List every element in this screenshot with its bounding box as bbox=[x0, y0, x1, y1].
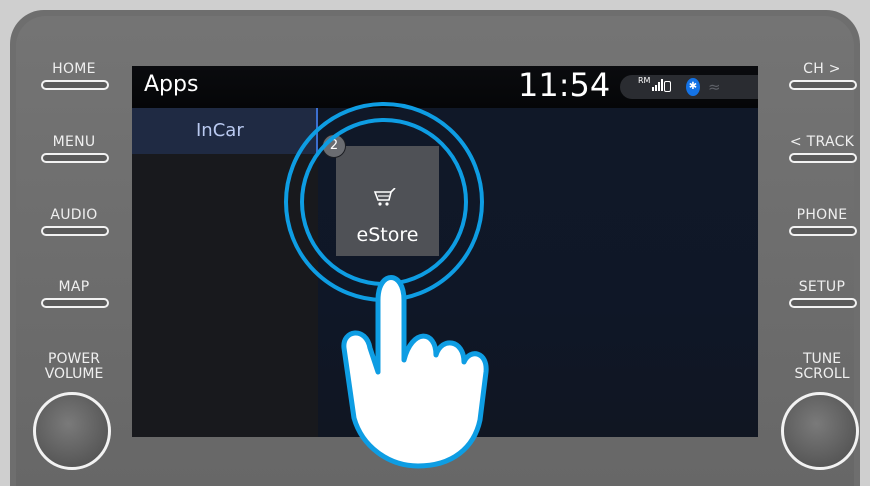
power-volume-knob[interactable] bbox=[33, 392, 111, 470]
menu-hardware-button[interactable]: MENU bbox=[26, 135, 122, 179]
tab-incar[interactable]: InCar bbox=[132, 108, 318, 154]
bluetooth-icon: ✱ bbox=[686, 78, 700, 96]
audio-hardware-button[interactable]: AUDIO bbox=[26, 208, 122, 252]
power-label: POWER bbox=[48, 351, 100, 367]
menu-label: MENU bbox=[52, 134, 96, 150]
audio-label: AUDIO bbox=[50, 207, 98, 223]
page-title: Apps bbox=[144, 72, 199, 97]
top-bar: Apps 11:54 RM ✱ ≈ bbox=[132, 66, 758, 108]
tune-scroll-knob[interactable] bbox=[781, 392, 859, 470]
tune-label: TUNE bbox=[802, 351, 842, 367]
ch-next-pill bbox=[789, 80, 857, 90]
track-prev-label: < TRACK bbox=[789, 134, 855, 150]
home-pill bbox=[41, 80, 109, 90]
setup-label: SETUP bbox=[798, 279, 846, 295]
volume-label: VOLUME bbox=[44, 366, 104, 382]
phone-pill bbox=[789, 226, 857, 236]
display-screen: Apps 11:54 RM ✱ ≈ InCar eStore 2 bbox=[132, 66, 758, 437]
signal-icon bbox=[652, 79, 663, 91]
roaming-indicator: RM bbox=[638, 76, 651, 85]
estore-app-tile[interactable]: eStore bbox=[336, 146, 439, 256]
cart-icon bbox=[373, 188, 396, 206]
ch-next-label: CH > bbox=[803, 61, 841, 77]
home-label: HOME bbox=[52, 61, 96, 77]
app-category-sidebar: InCar bbox=[132, 108, 318, 437]
setup-hardware-button[interactable]: SETUP bbox=[774, 280, 870, 324]
tune-scroll-label: TUNE SCROLL bbox=[774, 352, 870, 382]
menu-pill bbox=[41, 153, 109, 163]
scroll-label: SCROLL bbox=[794, 366, 850, 382]
track-prev-pill bbox=[789, 153, 857, 163]
audio-pill bbox=[41, 226, 109, 236]
map-hardware-button[interactable]: MAP bbox=[26, 280, 122, 324]
tab-incar-label: InCar bbox=[196, 120, 244, 141]
ch-next-hardware-button[interactable]: CH > bbox=[774, 62, 870, 106]
phone-label: PHONE bbox=[796, 207, 848, 223]
home-hardware-button[interactable]: HOME bbox=[26, 62, 122, 106]
setup-pill bbox=[789, 298, 857, 308]
step-badge: 2 bbox=[322, 134, 346, 158]
clock: 11:54 bbox=[518, 66, 611, 104]
phone-hardware-button[interactable]: PHONE bbox=[774, 208, 870, 252]
track-prev-hardware-button[interactable]: < TRACK bbox=[774, 135, 870, 179]
wifi-icon: ≈ bbox=[708, 78, 721, 96]
estore-label: eStore bbox=[356, 224, 419, 246]
phone-icon bbox=[664, 81, 671, 92]
map-pill bbox=[41, 298, 109, 308]
power-volume-label: POWER VOLUME bbox=[26, 352, 122, 382]
status-area: RM ✱ ≈ bbox=[620, 75, 758, 99]
map-label: MAP bbox=[58, 279, 90, 295]
